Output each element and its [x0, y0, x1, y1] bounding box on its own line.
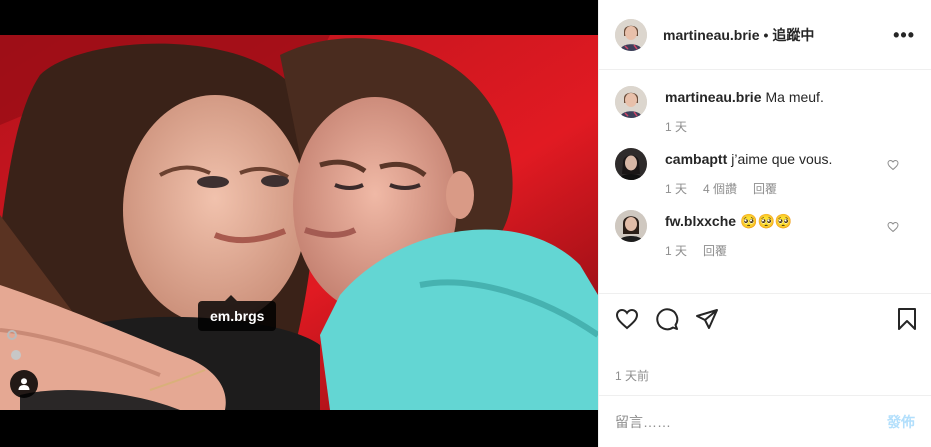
comment-icon[interactable] [655, 307, 679, 331]
like-comment-heart-icon[interactable] [887, 220, 899, 236]
comment-text: martineau.brie Ma meuf. [665, 88, 915, 106]
reply-button[interactable]: 回覆 [753, 180, 777, 197]
post-media: em.brgs [0, 0, 598, 447]
comments-list: martineau.brie Ma meuf. 1 天 cambaptt j’aim… [599, 70, 931, 293]
comment-content: 🥺🥺🥺 [740, 213, 793, 229]
comment-composer: 發佈 [599, 396, 931, 447]
comment-text: fw.blxxche 🥺🥺🥺 [665, 212, 915, 230]
avatar[interactable] [615, 210, 647, 242]
comment-row: cambaptt j’aime que vous. 1 天 4 個讚 回覆 [615, 148, 915, 197]
comment-input[interactable] [615, 413, 887, 430]
caption-row: martineau.brie Ma meuf. 1 天 [615, 86, 915, 135]
comment-content: Ma meuf. [765, 89, 824, 105]
comment-body: fw.blxxche 🥺🥺🥺 1 天 回覆 [665, 210, 915, 259]
post-timestamp[interactable]: 1 天前 [599, 343, 931, 396]
comment-username[interactable]: cambaptt [665, 151, 727, 167]
reply-button[interactable]: 回覆 [703, 242, 727, 259]
comment-username[interactable]: martineau.brie [665, 89, 761, 105]
follow-status-button[interactable]: 追蹤中 [772, 25, 814, 45]
avatar[interactable] [615, 18, 647, 51]
post-author-username[interactable]: martineau.brie [663, 27, 759, 43]
avatar[interactable] [615, 148, 647, 180]
person-icon[interactable] [10, 370, 38, 398]
avatar[interactable] [615, 86, 647, 118]
photo-illustration [0, 35, 598, 410]
comment-text: cambaptt j’aime que vous. [665, 150, 915, 168]
heart-icon[interactable] [615, 307, 639, 331]
post-header: martineau.brie • 追蹤中 ••• [599, 0, 931, 70]
comment-likes-count[interactable]: 4 個讚 [703, 180, 737, 197]
comment-body: cambaptt j’aime que vous. 1 天 4 個讚 回覆 [665, 148, 915, 197]
comment-row: fw.blxxche 🥺🥺🥺 1 天 回覆 [615, 210, 915, 259]
like-comment-heart-icon[interactable] [887, 158, 899, 174]
post-sidebar: martineau.brie • 追蹤中 ••• martineau.brie M… [598, 0, 931, 447]
post-actions [599, 293, 931, 343]
comment-meta: 1 天 [665, 118, 915, 135]
separator-dot: • [763, 26, 769, 43]
comment-time[interactable]: 1 天 [665, 118, 687, 135]
comment-time[interactable]: 1 天 [665, 180, 687, 197]
comment-body: martineau.brie Ma meuf. 1 天 [665, 86, 915, 135]
more-options-icon[interactable]: ••• [893, 26, 915, 44]
comment-username[interactable]: fw.blxxche [665, 213, 736, 229]
bookmark-icon[interactable] [895, 307, 919, 331]
post-comment-button[interactable]: 發佈 [887, 412, 915, 432]
comment-meta: 1 天 回覆 [665, 242, 915, 259]
photo-user-tag[interactable]: em.brgs [198, 295, 277, 331]
post-photo[interactable] [0, 35, 598, 410]
share-icon[interactable] [695, 307, 719, 331]
comment-meta: 1 天 4 個讚 回覆 [665, 180, 915, 197]
comment-time[interactable]: 1 天 [665, 242, 687, 259]
comment-content: j’aime que vous. [731, 151, 833, 167]
